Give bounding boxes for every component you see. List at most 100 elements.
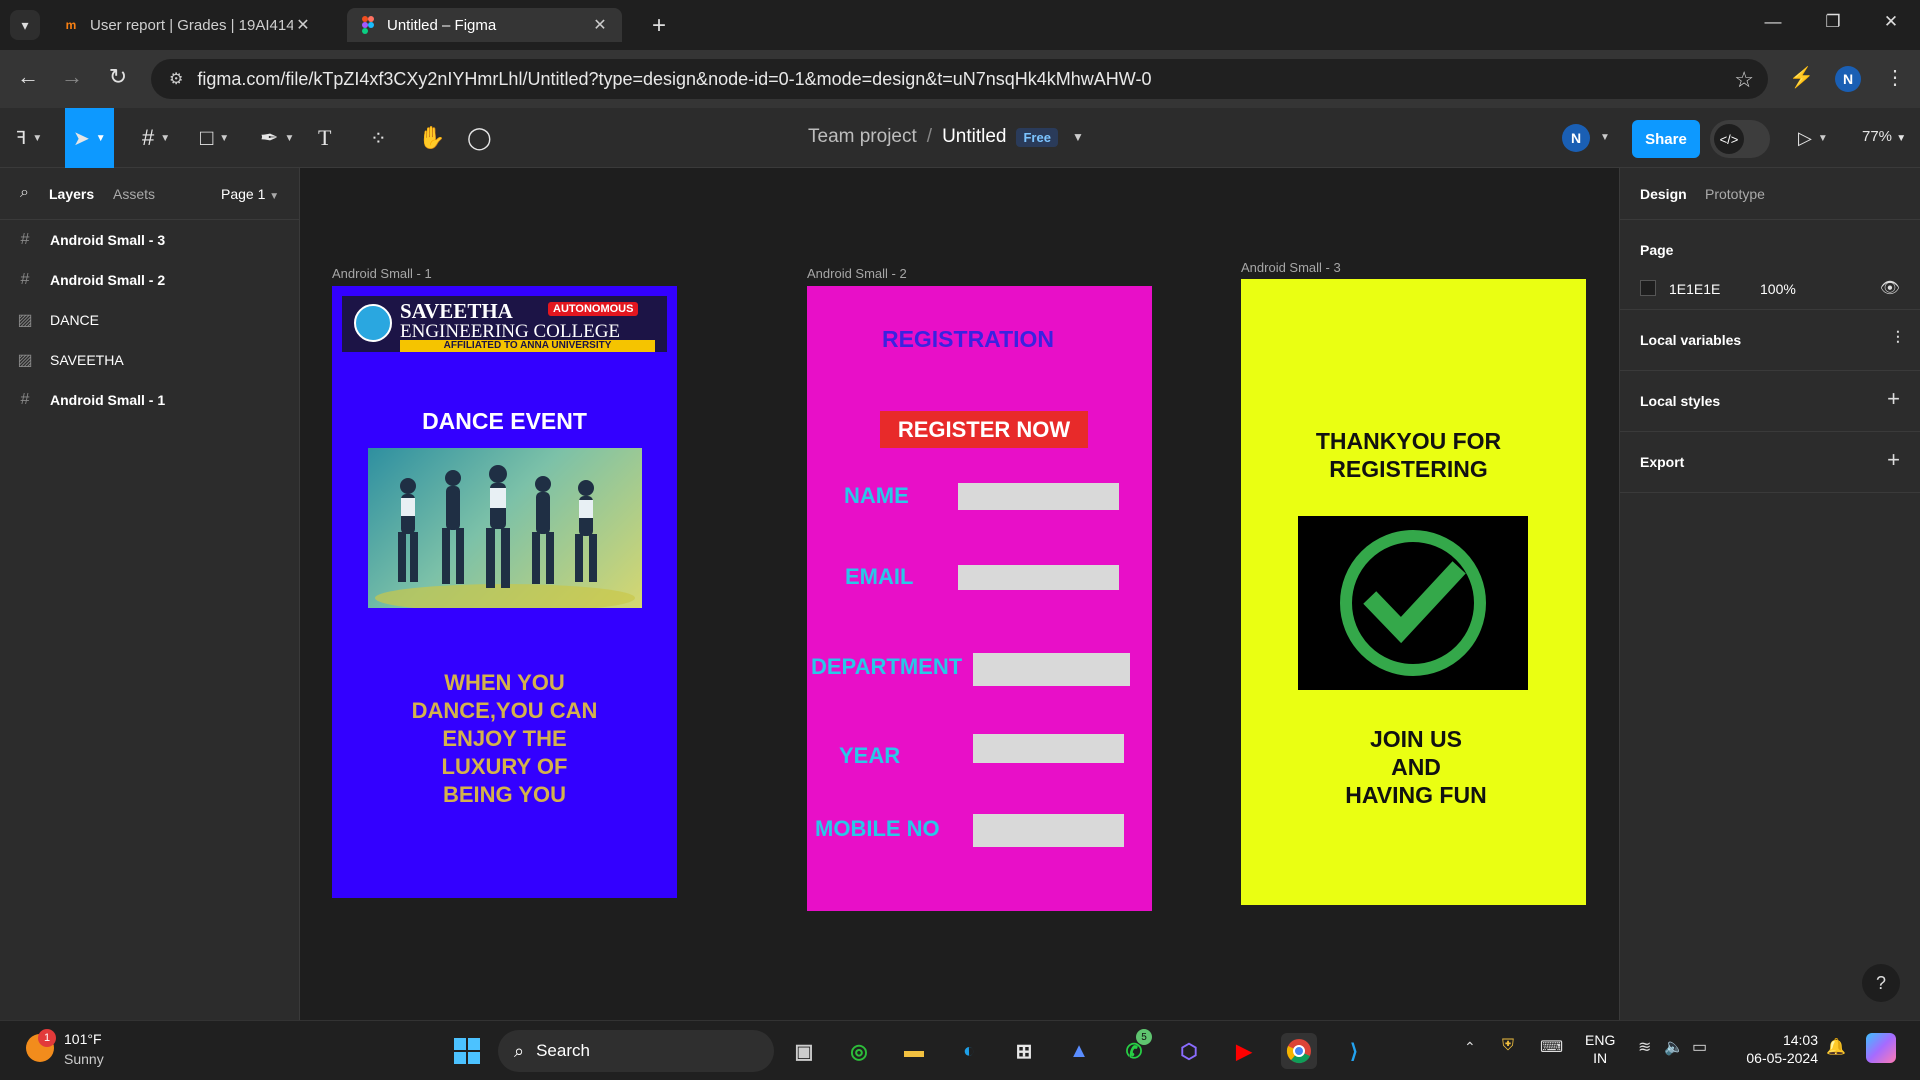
volume-icon[interactable]: 🔈 [1664, 1037, 1684, 1057]
copilot-tray-icon[interactable] [1866, 1033, 1896, 1063]
chevron-down-icon[interactable]: ▼ [1600, 132, 1610, 143]
rectangle-icon: □ [200, 125, 214, 150]
windows-start-icon[interactable] [449, 1033, 485, 1069]
file-explorer-icon[interactable]: ▬ [896, 1033, 932, 1069]
name-input[interactable] [958, 483, 1119, 510]
defender-icon[interactable]: ⛨ [1502, 1037, 1514, 1055]
browser-tab-grades[interactable]: m User report | Grades | 19AI414- ✕ [50, 8, 325, 42]
show-hidden-icons[interactable]: ⌃ [1464, 1039, 1476, 1056]
saveetha-logo-image[interactable]: SAVEETHA AUTONOMOUS ENGINEERING COLLEGE … [342, 296, 667, 352]
frame-label[interactable]: Android Small - 1 [332, 266, 432, 281]
microsoft-store-icon[interactable]: ⊞ [1006, 1033, 1042, 1069]
tab-list-button[interactable]: ▾ [10, 10, 40, 40]
battery-icon[interactable]: ▭ [1692, 1037, 1707, 1057]
comment-tool-button[interactable]: ◯ [467, 120, 492, 156]
language-indicator[interactable]: ENG IN [1585, 1031, 1615, 1067]
app-icon[interactable]: ▲ [1061, 1033, 1097, 1069]
move-tool-button[interactable]: ➤ ▼ [65, 108, 114, 168]
layer-item[interactable]: # Android Small - 1 [0, 380, 300, 420]
resources-tool-button[interactable]: ⁘ [370, 120, 387, 156]
copilot-icon[interactable]: ⬡ [1171, 1033, 1207, 1069]
main-menu-button[interactable]: ꟻ ▼ [16, 120, 42, 156]
page-color-value[interactable]: 1E1E1E [1669, 281, 1720, 297]
frame-label[interactable]: Android Small - 2 [807, 266, 907, 281]
profile-avatar[interactable]: N [1835, 66, 1861, 92]
weather-desc[interactable]: Sunny [64, 1051, 104, 1067]
chevron-down-icon[interactable]: ▼ [1072, 130, 1084, 144]
current-user-avatar[interactable]: N [1562, 124, 1590, 152]
department-input[interactable] [973, 653, 1130, 686]
wifi-icon[interactable]: ≋ [1638, 1037, 1651, 1057]
file-name[interactable]: Untitled [942, 126, 1006, 148]
chrome-icon[interactable] [1281, 1033, 1317, 1069]
frame-label[interactable]: Android Small - 3 [1241, 260, 1341, 275]
tab-design[interactable]: Design [1640, 186, 1687, 202]
spotify-like-icon[interactable]: ◎ [841, 1033, 877, 1069]
extensions-icon[interactable]: ⚡ [1789, 65, 1814, 90]
forward-icon[interactable]: → [57, 64, 87, 90]
url-omnibox[interactable]: ⚙ figma.com/file/kTpZI4xf3CXy2nIYHmrLhl/… [151, 59, 1768, 99]
eye-icon[interactable]: 👁 [1880, 278, 1900, 298]
local-variables-section[interactable]: Local variables ⫶ [1620, 310, 1920, 371]
tab-prototype[interactable]: Prototype [1705, 186, 1765, 202]
search-icon: ⌕ [514, 1040, 525, 1061]
vscode-icon[interactable]: ⟩ [1336, 1033, 1372, 1069]
shape-tool-button[interactable]: □ ▼ [200, 120, 229, 156]
frame-tool-button[interactable]: # ▼ [142, 120, 170, 156]
frame-android-small-3[interactable]: THANKYOU FOR REGISTERING JOIN US AND HAV… [1241, 279, 1586, 905]
success-check-image[interactable] [1298, 516, 1528, 690]
frame-android-small-2[interactable]: REGISTRATION REGISTER NOW NAME EMAIL DEP… [807, 286, 1152, 911]
mobile-input[interactable] [973, 814, 1124, 847]
hand-tool-button[interactable]: ✋ [418, 120, 445, 156]
sliders-icon[interactable]: ⫶ [1896, 328, 1901, 349]
dance-image[interactable] [368, 448, 642, 608]
minimize-icon[interactable]: — [1758, 12, 1788, 32]
layer-item[interactable]: # Android Small - 2 [0, 260, 300, 300]
reload-icon[interactable]: ↻ [103, 64, 133, 90]
team-name[interactable]: Team project [808, 126, 917, 148]
page-opacity-value[interactable]: 100% [1760, 281, 1796, 297]
text-tool-button[interactable]: T [318, 120, 331, 156]
whatsapp-badge: 5 [1136, 1029, 1152, 1045]
close-tab-icon[interactable]: ✕ [590, 15, 610, 35]
new-tab-button[interactable]: + [652, 12, 666, 40]
site-info-icon[interactable]: ⚙ [169, 69, 183, 89]
zoom-level[interactable]: 77% ▼ [1862, 128, 1906, 145]
taskbar-search[interactable]: ⌕ Search [498, 1030, 774, 1072]
notification-bell-icon[interactable]: 🔔 [1826, 1037, 1846, 1057]
share-button[interactable]: Share [1632, 120, 1700, 158]
search-icon[interactable]: ⌕ [20, 184, 29, 202]
register-now-button[interactable]: REGISTER NOW [880, 411, 1088, 448]
restore-icon[interactable]: ❐ [1818, 12, 1848, 32]
frame-android-small-1[interactable]: SAVEETHA AUTONOMOUS ENGINEERING COLLEGE … [332, 286, 677, 898]
back-icon[interactable]: ← [13, 64, 43, 90]
chevron-down-icon: ▼ [1896, 133, 1907, 144]
layer-item[interactable]: ▨ DANCE [0, 300, 300, 340]
tab-layers[interactable]: Layers [49, 186, 94, 202]
page-selector[interactable]: Page 1 ▼ [221, 186, 279, 202]
close-tab-icon[interactable]: ✕ [293, 15, 313, 35]
edge-icon[interactable]: ◐ [951, 1033, 987, 1069]
close-window-icon[interactable]: ✕ [1876, 12, 1906, 32]
page-color-swatch[interactable] [1640, 280, 1656, 296]
layer-item[interactable]: # Android Small - 3 [0, 220, 300, 260]
tab-assets[interactable]: Assets [113, 186, 155, 202]
clock[interactable]: 14:03 06-05-2024 [1738, 1031, 1818, 1067]
present-button[interactable]: ▷ ▼ [1798, 120, 1828, 156]
youtube-icon[interactable]: ▶ [1226, 1033, 1262, 1069]
add-style-icon[interactable]: + [1887, 386, 1900, 412]
dev-mode-toggle[interactable]: </> [1710, 120, 1770, 158]
task-view-icon[interactable]: ▣ [786, 1033, 822, 1069]
bookmark-star-icon[interactable]: ☆ [1734, 67, 1754, 93]
layer-item[interactable]: ▨ SAVEETHA [0, 340, 300, 380]
keyboard-icon[interactable]: ⌨ [1540, 1037, 1563, 1057]
add-export-icon[interactable]: + [1887, 447, 1900, 473]
email-input[interactable] [958, 565, 1119, 590]
help-button[interactable]: ? [1862, 964, 1900, 1002]
design-canvas[interactable]: Android Small - 1 SAVEETHA AUTONOMOUS EN… [300, 168, 1619, 1020]
browser-menu-icon[interactable]: ⋮ [1885, 65, 1905, 90]
weather-temp[interactable]: 101°F [64, 1031, 102, 1047]
browser-tab-figma[interactable]: Untitled – Figma ✕ [347, 8, 622, 42]
pen-tool-button[interactable]: ✒ ▼ [260, 120, 294, 156]
year-input[interactable] [973, 734, 1124, 763]
